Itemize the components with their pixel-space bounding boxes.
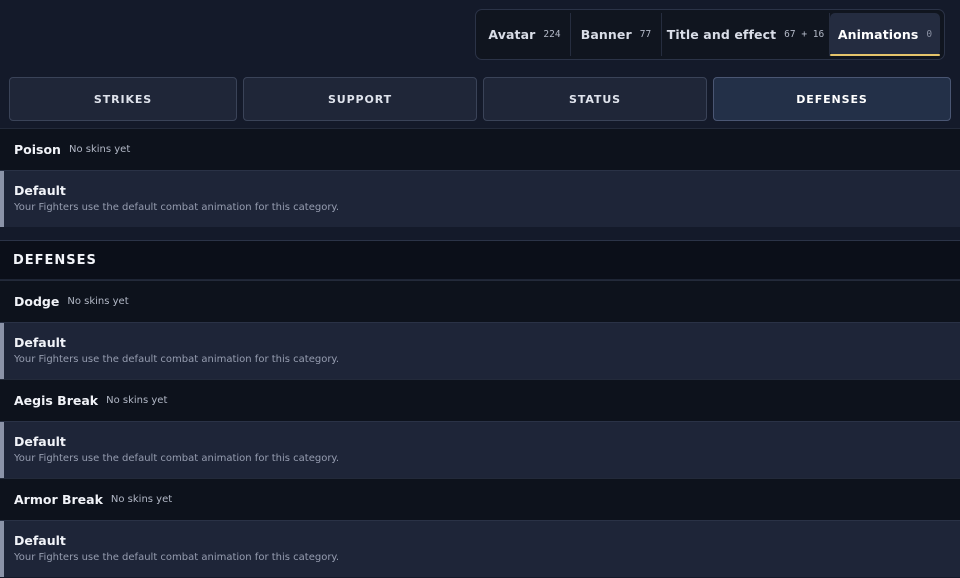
tab-avatar[interactable]: Avatar 224: [479, 13, 571, 56]
skin-option-aegis-break-default[interactable]: Default Your Fighters use the default co…: [0, 421, 960, 478]
tab-banner-label: Banner: [580, 27, 632, 42]
tab-animations-label: Animations: [837, 27, 919, 42]
skin-group-header-armor-break: Armor Break No skins yet: [0, 478, 960, 520]
cosmetics-tab-bar: Avatar 224 Banner 77 Title and effect 67…: [475, 9, 945, 60]
selected-indicator: [0, 323, 4, 379]
skin-group-header-poison: Poison No skins yet: [0, 128, 960, 170]
tab-avatar-label: Avatar: [488, 27, 536, 42]
skin-group-name: Poison: [14, 142, 61, 157]
skin-group-header-dodge: Dodge No skins yet: [0, 280, 960, 322]
option-title: Default: [14, 533, 66, 548]
skin-option-dodge-default[interactable]: Default Your Fighters use the default co…: [0, 322, 960, 379]
tab-avatar-count: 224: [543, 29, 561, 40]
skin-group-note: No skins yet: [67, 296, 129, 307]
skin-option-poison-default[interactable]: Default Your Fighters use the default co…: [0, 170, 960, 227]
selected-indicator: [0, 521, 4, 577]
section-header-defenses: DEFENSES: [0, 240, 960, 280]
option-title: Default: [14, 434, 66, 449]
option-description: Your Fighters use the default combat ani…: [14, 202, 340, 213]
skin-group-note: No skins yet: [68, 144, 131, 155]
option-title: Default: [14, 183, 66, 198]
tab-title-and-effect[interactable]: Title and effect 67 + 16: [662, 13, 830, 56]
option-description: Your Fighters use the default combat ani…: [14, 453, 340, 464]
tab-title-and-effect-count: 67 + 16: [784, 29, 825, 40]
category-defenses-button[interactable]: DEFENSES: [713, 77, 951, 121]
skin-group-header-aegis-break: Aegis Break No skins yet: [0, 379, 960, 421]
skin-group-name: Dodge: [14, 294, 60, 309]
skin-group-note: No skins yet: [110, 494, 173, 505]
option-description: Your Fighters use the default combat ani…: [14, 552, 340, 563]
selected-indicator: [0, 422, 4, 478]
category-filter-row: STRIKES SUPPORT STATUS DEFENSES: [9, 77, 951, 121]
section-spacer: [0, 227, 960, 240]
category-support-button[interactable]: SUPPORT: [243, 77, 477, 121]
tab-title-and-effect-label: Title and effect: [666, 27, 777, 42]
option-title: Default: [14, 335, 66, 350]
tab-animations-count: 0: [926, 29, 933, 40]
tab-banner-count: 77: [639, 29, 652, 40]
skin-group-name: Armor Break: [14, 492, 103, 507]
tab-banner[interactable]: Banner 77: [571, 13, 662, 56]
category-strikes-button[interactable]: STRIKES: [9, 77, 237, 121]
skin-group-name: Aegis Break: [14, 393, 99, 408]
skin-group-note: No skins yet: [106, 395, 168, 406]
category-status-button[interactable]: STATUS: [483, 77, 707, 121]
skin-option-armor-break-default[interactable]: Default Your Fighters use the default co…: [0, 520, 960, 577]
section-title: DEFENSES: [13, 252, 97, 268]
animation-list: Poison No skins yet Default Your Fighter…: [0, 128, 960, 577]
tab-animations[interactable]: Animations 0: [830, 13, 940, 56]
animations-page: Avatar 224 Banner 77 Title and effect 67…: [0, 0, 960, 578]
option-description: Your Fighters use the default combat ani…: [14, 354, 340, 365]
selected-indicator: [0, 171, 4, 227]
